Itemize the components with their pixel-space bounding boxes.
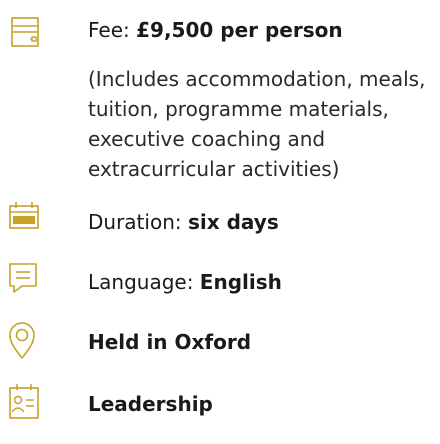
language-value: English xyxy=(199,270,282,294)
profile-card-icon xyxy=(0,380,44,426)
fee-description: (Includes accommodation, meals, tuition,… xyxy=(88,67,426,181)
language-line: Language: English xyxy=(88,268,440,296)
duration-section: Duration: six days xyxy=(0,194,440,248)
language-section: Language: English xyxy=(0,254,440,310)
category-line: Leadership xyxy=(88,390,440,418)
location-value: Held in Oxford xyxy=(88,330,252,354)
location-line: Held in Oxford xyxy=(88,328,440,356)
fee-value: £9,500 per person xyxy=(136,18,343,42)
duration-line: Duration: six days xyxy=(88,208,440,236)
duration-label: Duration: xyxy=(88,210,188,234)
fee-section: Fee: £9,500 per person (Includes accommo… xyxy=(0,8,440,194)
location-pin-icon xyxy=(0,316,44,362)
duration-value: six days xyxy=(187,210,279,234)
speech-bubble-icon xyxy=(0,256,44,300)
location-section: Held in Oxford xyxy=(0,314,440,370)
fee-label: Fee: xyxy=(88,18,137,42)
fee-line: Fee: £9,500 per person xyxy=(88,16,440,44)
language-label: Language: xyxy=(88,270,200,294)
category-value: Leadership xyxy=(88,392,213,416)
receipt-icon xyxy=(0,12,44,52)
calendar-icon xyxy=(0,196,44,240)
category-section: Leadership xyxy=(0,374,440,438)
